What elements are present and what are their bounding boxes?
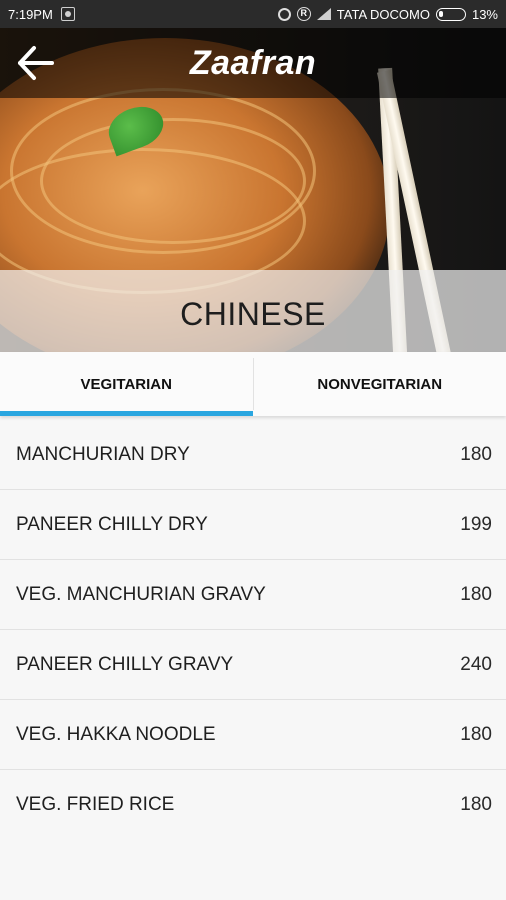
app-title: Zaafran	[189, 44, 317, 82]
menu-item-name: PANEER CHILLY GRAVY	[16, 653, 234, 675]
category-band: CHINESE	[0, 270, 506, 352]
alarm-icon	[277, 7, 291, 21]
category-title: CHINESE	[180, 295, 326, 332]
menu-item[interactable]: VEG. FRIED RICE 180	[0, 770, 506, 840]
tab-vegetarian[interactable]: VEGITARIAN	[0, 352, 253, 416]
status-time: 7:19PM	[8, 6, 53, 22]
menu-item[interactable]: VEG. MANCHURIAN GRAVY 180	[0, 560, 506, 630]
menu-item-price: 199	[460, 513, 492, 535]
menu-item-price: 180	[460, 583, 492, 605]
registered-icon: R	[296, 7, 311, 21]
carrier-name: TATA DOCOMO	[336, 6, 430, 22]
menu-item-price: 180	[460, 794, 492, 815]
menu-item[interactable]: PANEER CHILLY DRY 199	[0, 490, 506, 560]
category-banner: Zaafran CHINESE	[0, 28, 506, 352]
menu-item-price: 180	[460, 443, 492, 465]
menu-item-name: VEG. HAKKA NOODLE	[16, 723, 216, 745]
menu-list: MANCHURIAN DRY 180 PANEER CHILLY DRY 199…	[0, 420, 506, 840]
status-bar: 7:19PM R TATA DOCOMO 13%	[0, 0, 506, 28]
menu-type-tabs: VEGITARIAN NONVEGITARIAN	[0, 352, 506, 416]
menu-item[interactable]: VEG. HAKKA NOODLE 180	[0, 700, 506, 770]
battery-icon	[435, 7, 466, 21]
menu-item-name: MANCHURIAN DRY	[16, 443, 190, 465]
menu-item-name: PANEER CHILLY DRY	[16, 513, 208, 535]
menu-item[interactable]: MANCHURIAN DRY 180	[0, 420, 506, 490]
signal-icon	[316, 8, 331, 20]
battery-percent: 13%	[471, 6, 498, 22]
notification-icon	[60, 7, 75, 21]
tab-nonvegetarian[interactable]: NONVEGITARIAN	[254, 352, 506, 416]
menu-item-name: VEG. MANCHURIAN GRAVY	[16, 583, 266, 605]
menu-item-price: 180	[460, 723, 492, 745]
menu-item-name: VEG. FRIED RICE	[16, 794, 175, 815]
menu-item-price: 240	[460, 653, 492, 675]
menu-item[interactable]: PANEER CHILLY GRAVY 240	[0, 630, 506, 700]
